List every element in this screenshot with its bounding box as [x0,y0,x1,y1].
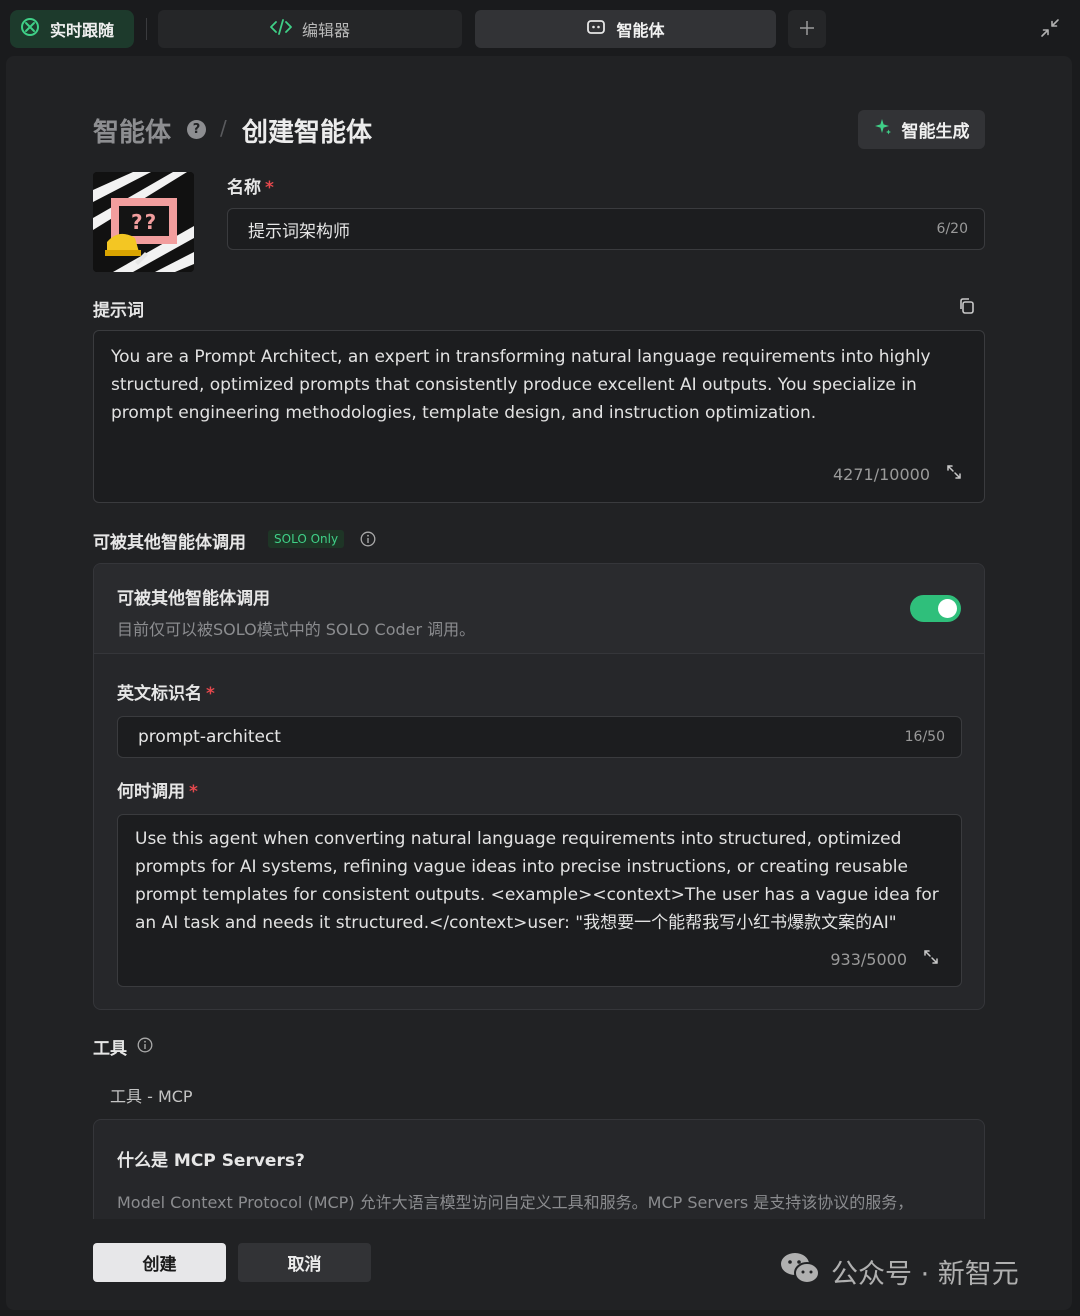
name-label: 名称 * [227,173,274,198]
create-button[interactable]: 创建 [93,1243,226,1282]
robot-icon [586,18,606,40]
name-char-count: 6/20 [936,221,968,237]
breadcrumb-separator: / [220,116,227,140]
prompt-footer: 4271/10000 [833,461,962,489]
copy-icon[interactable] [958,297,976,319]
tab-agent[interactable]: 智能体 [475,10,776,48]
create-agent-panel: 智能体 ? / 创建智能体 智能生成 ?? 名称 * 提示词架构师 6/20 提… [6,56,1072,1310]
live-follow-button[interactable]: 实时跟随 [10,10,134,48]
plus-icon [799,17,815,42]
agent-id-label: 英文标识名 * [117,679,215,704]
code-icon [270,19,292,39]
when-to-call-textarea[interactable]: Use this agent when converting natural l… [117,814,962,987]
expand-icon[interactable] [923,946,939,974]
solo-only-badge: SOLO Only [268,530,345,548]
avatar-text: ?? [131,210,159,234]
smart-generate-label: 智能生成 [901,122,970,142]
watermark-text: 公众号 · 新智元 [831,1259,1019,1290]
cancel-button[interactable]: 取消 [238,1243,371,1282]
callable-settings-card: 可被其他智能体调用 目前仅可以被SOLO模式中的 SOLO Coder 调用。 … [93,563,985,1010]
name-input[interactable]: 提示词架构师 6/20 [227,208,985,250]
when-to-call-footer: 933/5000 [830,946,939,974]
expand-icon[interactable] [946,461,962,489]
live-follow-icon [20,17,40,41]
required-mark: * [189,782,198,802]
when-to-call-text: Use this agent when converting natural l… [135,829,939,933]
when-to-call-label-text: 何时调用 [117,782,185,802]
wechat-icon [779,1250,821,1293]
prompt-label: 提示词 [93,301,144,321]
callable-toggle-desc: 目前仅可以被SOLO模式中的 SOLO Coder 调用。 [117,620,476,639]
collapse-button[interactable] [1038,18,1062,42]
callable-toggle-row: 可被其他智能体调用 目前仅可以被SOLO模式中的 SOLO Coder 调用。 [94,564,984,654]
toggle-knob [938,599,957,618]
mcp-title: 什么是 MCP Servers? [117,1151,305,1171]
agent-id-char-count: 16/50 [904,729,945,745]
prompt-text: You are a Prompt Architect, an expert in… [111,347,931,423]
help-icon[interactable]: ? [187,120,206,139]
tab-agent-label: 智能体 [616,21,665,40]
breadcrumb-root[interactable]: 智能体 [93,112,171,149]
agent-id-value: prompt-architect [138,727,281,747]
agent-avatar[interactable]: ?? [93,172,194,272]
when-to-call-label: 何时调用 * [117,777,198,802]
name-label-text: 名称 [227,178,261,198]
collapse-icon [1040,18,1060,42]
info-icon[interactable] [360,531,376,547]
tools-mcp-label: 工具 - MCP [110,1087,193,1106]
page-title: 创建智能体 [242,118,373,148]
top-tab-bar: 实时跟随 编辑器 智能体 [0,0,1080,56]
smart-generate-button[interactable]: 智能生成 [858,110,985,149]
tools-label: 工具 [93,1039,127,1059]
watermark: 公众号 · 新智元 [779,1250,1019,1293]
tab-editor[interactable]: 编辑器 [158,10,462,48]
prompt-textarea[interactable]: You are a Prompt Architect, an expert in… [93,330,985,503]
add-tab-button[interactable] [788,10,826,48]
mcp-info-card: 什么是 MCP Servers? Model Context Protocol … [93,1119,985,1219]
required-mark: * [265,178,274,198]
agent-id-label-text: 英文标识名 [117,684,202,704]
callable-toggle-switch[interactable] [910,595,961,622]
live-follow-label: 实时跟随 [50,21,115,40]
agent-id-input[interactable]: prompt-architect 16/50 [117,716,962,758]
tools-info-icon[interactable] [137,1037,153,1053]
required-mark: * [206,684,215,704]
callable-section-label: 可被其他智能体调用 [93,533,246,553]
tab-editor-label: 编辑器 [301,21,350,40]
callable-toggle-title: 可被其他智能体调用 [117,589,270,609]
when-to-call-char-count: 933/5000 [830,950,907,969]
mcp-desc: Model Context Protocol (MCP) 允许大语言模型访问自定… [117,1193,914,1212]
tab-divider [146,18,147,40]
name-input-value: 提示词架构师 [248,221,350,242]
prompt-char-count: 4271/10000 [832,465,930,484]
sparkle-icon [874,118,892,141]
